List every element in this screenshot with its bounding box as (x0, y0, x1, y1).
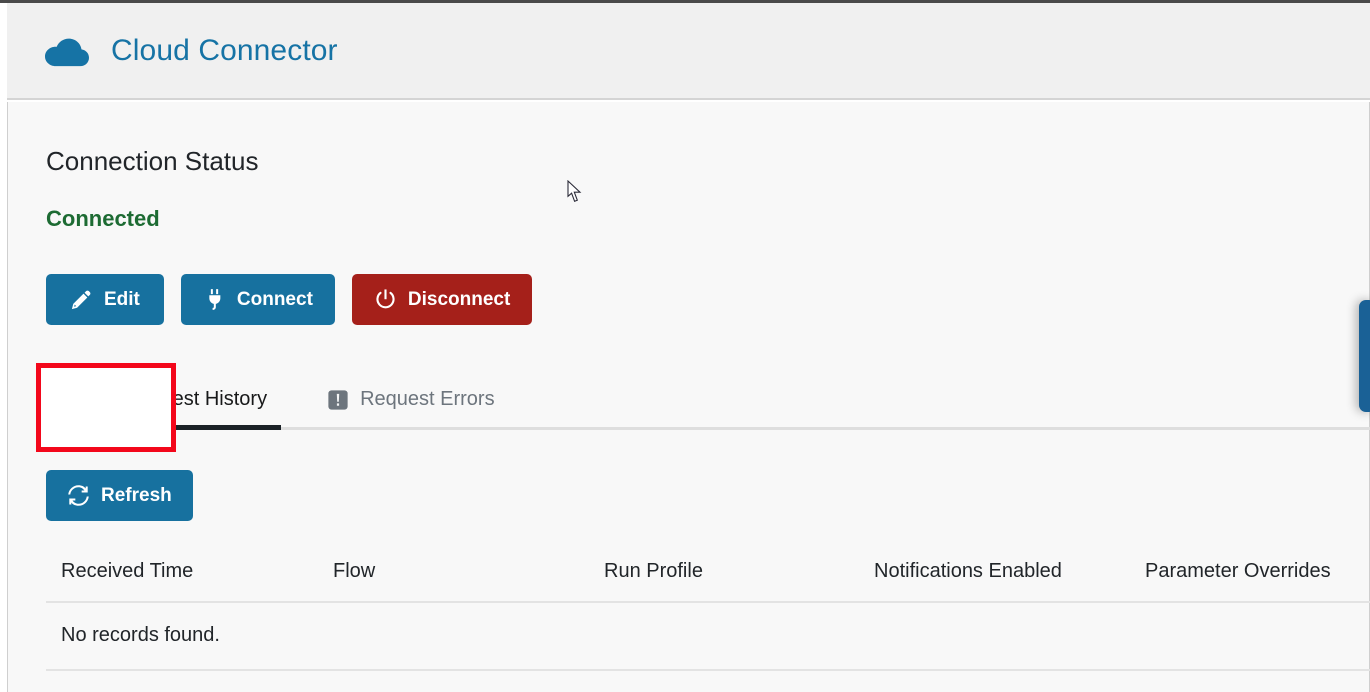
refresh-button[interactable]: Refresh (46, 470, 193, 521)
column-header-notifications-enabled[interactable]: Notifications Enabled (859, 554, 1130, 603)
plug-icon (208, 289, 221, 310)
app-title: Cloud Connector (111, 33, 338, 67)
power-icon (376, 289, 395, 309)
empty-state-message: No records found. (46, 602, 1370, 671)
connect-button[interactable]: Connect (180, 274, 335, 325)
exclamation-square-icon (328, 389, 348, 410)
disconnect-button[interactable]: Disconnect (351, 274, 533, 325)
sync-icon (68, 485, 89, 506)
tab-label: Request Errors (360, 388, 495, 410)
table-header-row: Received Time Flow Run Profile Notificat… (46, 554, 1370, 603)
table-row-empty: No records found. (46, 602, 1370, 671)
connect-button-label: Connect (236, 289, 313, 310)
edit-button[interactable]: Edit (46, 274, 164, 325)
tab-label: Job Request History (87, 388, 268, 410)
tab-bar: Job Request History Request Errors (46, 372, 1370, 430)
table-header: Received Time Flow Run Profile Notificat… (46, 554, 1370, 603)
app-header: Cloud Connector (7, 3, 1370, 100)
pencil-icon (71, 290, 91, 310)
connection-actions: Edit Connect Disconnect (46, 274, 533, 325)
table-toolbar: Refresh (46, 470, 193, 521)
disconnect-button-label: Disconnect (407, 289, 511, 310)
edit-button-label: Edit (104, 289, 140, 310)
column-header-received-time[interactable]: Received Time (46, 554, 318, 603)
column-header-flow[interactable]: Flow (318, 554, 589, 603)
content-panel: Connection Status Connected Edit Connect (7, 102, 1370, 692)
column-header-run-profile[interactable]: Run Profile (589, 554, 859, 603)
list-check-icon (54, 390, 75, 407)
app-root: Cloud Connector Connection Status Connec… (0, 0, 1370, 692)
side-panel-handle[interactable] (1359, 300, 1370, 412)
refresh-button-label: Refresh (101, 485, 172, 506)
table-body: No records found. (46, 602, 1370, 671)
tab-request-errors[interactable]: Request Errors (319, 372, 509, 427)
page-title: Connection Status (46, 146, 259, 176)
cloud-icon (45, 38, 89, 66)
job-request-history-table: Received Time Flow Run Profile Notificat… (46, 554, 1370, 671)
status-badge: Connected (46, 206, 160, 231)
tab-job-request-history[interactable]: Job Request History (46, 372, 282, 430)
column-header-parameter-overrides[interactable]: Parameter Overrides (1130, 554, 1370, 603)
